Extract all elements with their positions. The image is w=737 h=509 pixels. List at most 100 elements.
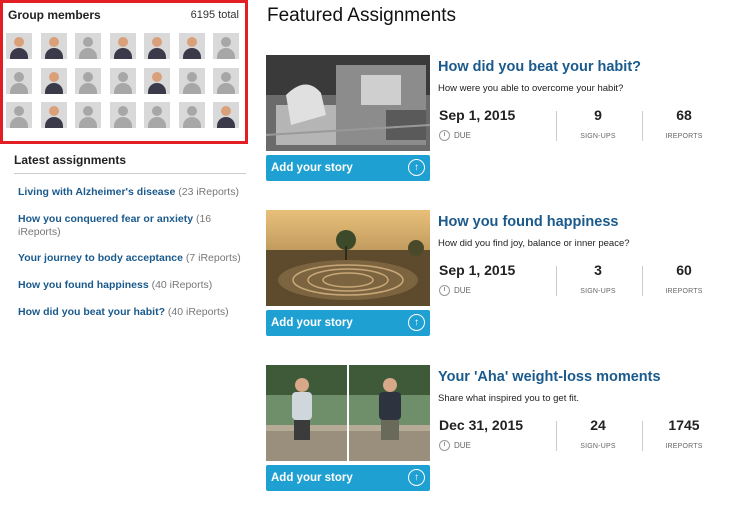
- assignment-subtitle: Share what inspired you to get fit.: [438, 393, 579, 404]
- clock-icon: [439, 130, 450, 141]
- assignment-subtitle: How were you able to overcome your habit…: [438, 83, 624, 94]
- latest-assignment-link[interactable]: How you found happiness: [18, 279, 149, 291]
- member-avatar[interactable]: [6, 102, 32, 128]
- list-item: How you conquered fear or anxiety (16 iR…: [18, 213, 244, 239]
- upload-arrow-icon: ↑: [408, 314, 425, 331]
- upload-arrow-icon: ↑: [408, 469, 425, 486]
- avatar-body: [44, 82, 63, 94]
- member-avatar[interactable]: [178, 67, 205, 94]
- member-avatar[interactable]: [109, 102, 136, 128]
- assignment-title[interactable]: Your 'Aha' weight-loss moments: [438, 369, 661, 385]
- avatar-head: [48, 71, 59, 82]
- avatar-head: [48, 37, 59, 47]
- clock-icon: [439, 440, 450, 451]
- stat-divider: [642, 266, 643, 296]
- member-avatar[interactable]: [75, 102, 101, 128]
- signups-count: 9: [594, 107, 602, 123]
- ireport-count: (40 iReports): [151, 279, 213, 291]
- avatar-head: [152, 71, 162, 82]
- avatar-head: [152, 37, 162, 47]
- member-avatar[interactable]: [40, 33, 67, 59]
- member-avatar[interactable]: [40, 102, 67, 128]
- assignment-card: Add your story ↑ How you found happiness…: [266, 210, 726, 340]
- add-your-story-button[interactable]: Add your story ↑: [266, 310, 430, 336]
- member-avatar[interactable]: [6, 67, 32, 94]
- member-avatar[interactable]: [144, 102, 170, 128]
- assignment-thumbnail[interactable]: [266, 210, 430, 306]
- assignment-stats: Dec 31, 2015 DUE 24 SIGN-UPS 1745 IREPOR…: [438, 415, 728, 455]
- avatar-body: [10, 82, 28, 94]
- avatar-head: [83, 106, 93, 116]
- ireport-count: (40 iReports): [167, 306, 229, 318]
- member-avatar[interactable]: [144, 67, 170, 94]
- due-label: DUE: [439, 440, 471, 451]
- avatar-head: [117, 37, 128, 47]
- avatar-body: [44, 117, 63, 128]
- avatar-body: [182, 117, 201, 128]
- latest-assignment-link[interactable]: How did you beat your habit?: [18, 306, 165, 318]
- member-avatar[interactable]: [213, 102, 239, 128]
- avatar-head: [186, 106, 197, 116]
- avatar-body: [113, 117, 132, 128]
- avatar-head: [14, 106, 24, 116]
- assignment-thumbnail[interactable]: [266, 365, 430, 461]
- assignment-title[interactable]: How did you beat your habit?: [438, 59, 641, 75]
- latest-assignment-link[interactable]: Living with Alzheimer's disease: [18, 186, 175, 198]
- assignment-card: Add your story ↑ How did you beat your h…: [266, 55, 726, 185]
- ireport-count: (23 iReports): [178, 186, 239, 198]
- avatar-body: [148, 117, 166, 128]
- assignment-thumbnail[interactable]: [266, 55, 430, 151]
- list-item: How did you beat your habit? (40 iReport…: [18, 306, 244, 319]
- avatar-head: [186, 71, 197, 82]
- avatar-body: [113, 82, 132, 94]
- add-your-story-label: Add your story: [271, 162, 353, 174]
- member-avatar[interactable]: [178, 33, 205, 59]
- member-avatar[interactable]: [213, 67, 239, 94]
- due-text: DUE: [454, 286, 471, 295]
- stat-divider: [642, 111, 643, 141]
- member-avatar[interactable]: [178, 102, 205, 128]
- member-avatar[interactable]: [6, 33, 32, 59]
- avatar-body: [10, 117, 28, 128]
- member-avatar[interactable]: [144, 33, 170, 59]
- assignment-title[interactable]: How you found happiness: [438, 214, 618, 230]
- avatar-body: [44, 48, 63, 59]
- member-avatar[interactable]: [109, 33, 136, 59]
- avatar-head: [117, 71, 128, 82]
- ireport-count: (7 iReports): [185, 252, 241, 264]
- assignment-stats: Sep 1, 2015 DUE 9 SIGN-UPS 68 IREPORTS: [438, 105, 728, 145]
- assignment-subtitle: How did you find joy, balance or inner p…: [438, 238, 630, 249]
- stat-divider: [642, 421, 643, 451]
- latest-assignment-link[interactable]: Your journey to body acceptance: [18, 252, 183, 264]
- due-text: DUE: [454, 441, 471, 450]
- due-date: Dec 31, 2015: [439, 417, 524, 433]
- avatar-body: [79, 82, 97, 94]
- group-members-header: Group members 6195 total: [8, 8, 239, 24]
- add-your-story-label: Add your story: [271, 472, 353, 484]
- avatar-body: [217, 117, 235, 128]
- latest-assignment-link[interactable]: How you conquered fear or anxiety: [18, 213, 193, 225]
- assignment-stats: Sep 1, 2015 DUE 3 SIGN-UPS 60 IREPORTS: [438, 260, 728, 300]
- ireports-label: IREPORTS: [665, 443, 703, 450]
- stat-divider: [556, 111, 557, 141]
- add-your-story-label: Add your story: [271, 317, 353, 329]
- signups-count: 24: [590, 417, 606, 433]
- page-title: Featured Assignments: [267, 5, 457, 26]
- add-your-story-button[interactable]: Add your story ↑: [266, 155, 430, 181]
- signups-count: 3: [594, 262, 602, 278]
- add-your-story-button[interactable]: Add your story ↑: [266, 465, 430, 491]
- member-avatar[interactable]: [75, 67, 101, 94]
- member-avatar[interactable]: [109, 67, 136, 94]
- avatar-body: [182, 48, 201, 59]
- member-avatar[interactable]: [213, 33, 239, 59]
- avatar-head: [83, 37, 93, 47]
- member-avatar[interactable]: [40, 67, 67, 94]
- ireports-count: 1745: [668, 417, 700, 433]
- member-avatar[interactable]: [75, 33, 101, 59]
- latest-assignments-title: Latest assignments: [14, 153, 246, 174]
- avatar-head: [221, 37, 231, 47]
- avatar-body: [148, 82, 166, 94]
- upload-arrow-icon: ↑: [408, 159, 425, 176]
- avatar-body: [79, 117, 97, 128]
- list-item: Your journey to body acceptance (7 iRepo…: [18, 252, 244, 265]
